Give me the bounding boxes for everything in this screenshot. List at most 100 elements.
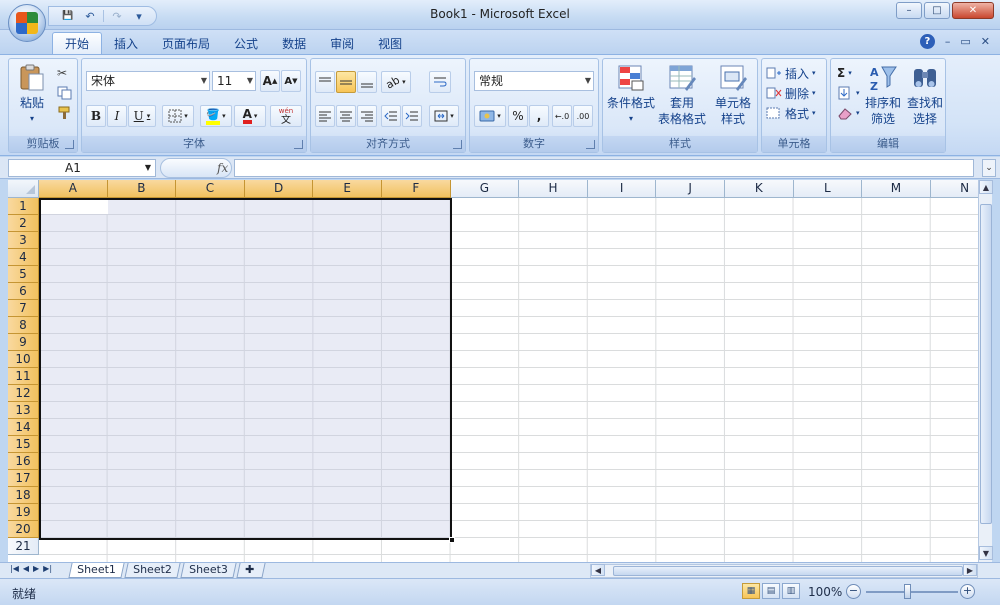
column-header[interactable]: D (244, 180, 314, 198)
accounting-format-button[interactable]: ▾ (474, 105, 506, 127)
horizontal-scroll-thumb[interactable] (613, 566, 963, 576)
worksheet-grid[interactable]: ABCDEFGHIJKLMN 1 2 3 4 5 6 7 8 9 10 11 12 13 14 15 16 17… (8, 180, 978, 562)
align-middle-button[interactable] (336, 71, 356, 93)
zoom-level[interactable]: 100% (808, 585, 842, 599)
align-right-button[interactable] (357, 105, 377, 127)
scroll-right-icon[interactable]: ▶ (963, 564, 977, 576)
autosum-button[interactable]: Σ ▾ (837, 63, 852, 83)
formula-input[interactable] (234, 159, 974, 177)
row-header[interactable]: 13 (8, 402, 39, 419)
underline-button[interactable]: U ▾ (128, 105, 156, 127)
column-header[interactable]: I (587, 180, 657, 198)
decrease-indent-button[interactable] (381, 105, 401, 127)
normal-view-icon[interactable]: ▦ (742, 583, 760, 599)
phonetic-guide-button[interactable]: wén 文 (270, 105, 302, 127)
row-header[interactable]: 16 (8, 453, 39, 470)
alignment-launcher-icon[interactable] (453, 140, 462, 149)
delete-cells-button[interactable]: 删除 ▾ (766, 83, 816, 103)
number-format-combo[interactable]: 常规 ▼ (474, 71, 594, 91)
format-as-table-button[interactable]: 套用 表格格式 (657, 63, 707, 127)
column-header[interactable]: C (176, 180, 245, 198)
column-header[interactable]: K (725, 180, 794, 198)
bold-button[interactable]: B (86, 105, 106, 127)
fill-color-button[interactable]: 🪣 ▾ (200, 105, 232, 127)
column-header[interactable]: N (930, 180, 978, 198)
column-header[interactable]: L (793, 180, 863, 198)
office-button[interactable] (8, 4, 46, 42)
row-header[interactable]: 9 (8, 334, 39, 351)
first-sheet-icon[interactable]: |◀ (10, 564, 19, 573)
zoom-slider-track[interactable] (866, 591, 958, 593)
sheet-tab-sheet1[interactable]: Sheet1 (68, 563, 125, 578)
wrap-text-button[interactable] (429, 71, 451, 93)
help-icon[interactable]: ? (919, 34, 935, 49)
row-header[interactable]: 11 (8, 368, 39, 385)
row-header[interactable]: 4 (8, 249, 39, 266)
row-header[interactable]: 18 (8, 487, 39, 504)
tab-review[interactable]: 审阅 (318, 32, 366, 54)
tab-data[interactable]: 数据 (270, 32, 318, 54)
row-header[interactable]: 8 (8, 317, 39, 334)
row-header[interactable]: 17 (8, 470, 39, 487)
font-launcher-icon[interactable] (294, 140, 303, 149)
sheet-tab-sheet2[interactable]: Sheet2 (124, 563, 181, 578)
font-size-combo[interactable]: 11 ▼ (212, 71, 256, 91)
paste-button[interactable]: 粘贴 ▾ (13, 63, 51, 127)
increase-decimal-button[interactable]: ←.0 (552, 105, 572, 127)
decrease-decimal-button[interactable]: .00 (573, 105, 593, 127)
name-box[interactable]: A1 ▼ (8, 159, 156, 177)
column-header[interactable]: B (107, 180, 177, 198)
column-header[interactable]: G (450, 180, 520, 198)
percent-style-button[interactable]: % (508, 105, 528, 127)
align-top-button[interactable] (315, 71, 335, 93)
row-header[interactable]: 2 (8, 215, 39, 232)
row-header[interactable]: 15 (8, 436, 39, 453)
column-header[interactable]: E (313, 180, 382, 198)
insert-sheet-button[interactable]: ✚ (236, 563, 266, 578)
orientation-button[interactable]: ab ▾ (381, 71, 411, 93)
row-header[interactable]: 20 (8, 521, 39, 538)
column-header[interactable]: M (862, 180, 931, 198)
fill-handle[interactable] (449, 537, 455, 543)
sort-filter-button[interactable]: AZ 排序和 筛选 (863, 63, 903, 127)
merge-center-button[interactable]: ▾ (429, 105, 459, 127)
find-select-button[interactable]: 查找和 选择 (905, 63, 945, 127)
prev-sheet-icon[interactable]: ◀ (23, 564, 29, 573)
column-header[interactable]: F (382, 180, 451, 198)
workbook-minimize-button[interactable]: – (945, 35, 951, 48)
clipboard-launcher-icon[interactable] (65, 140, 74, 149)
workbook-close-button[interactable]: ✕ (981, 35, 990, 48)
close-button[interactable]: ✕ (952, 2, 994, 19)
restore-button[interactable]: □ (924, 2, 950, 19)
paste-dropdown-icon[interactable]: ▾ (30, 111, 34, 127)
scroll-left-icon[interactable]: ◀ (591, 564, 605, 576)
next-sheet-icon[interactable]: ▶ (33, 564, 39, 573)
zoom-in-icon[interactable]: + (960, 584, 975, 599)
row-header[interactable]: 3 (8, 232, 39, 249)
tab-formulas[interactable]: 公式 (222, 32, 270, 54)
select-all-button[interactable] (8, 180, 39, 198)
conditional-formatting-button[interactable]: 条件格式 ▾ (605, 63, 657, 127)
zoom-slider-thumb[interactable] (904, 584, 911, 599)
page-layout-view-icon[interactable]: ▤ (762, 583, 780, 599)
workbook-restore-button[interactable]: ▭ (960, 35, 970, 48)
active-cell[interactable] (41, 200, 108, 214)
tab-view[interactable]: 视图 (366, 32, 414, 54)
row-header[interactable]: 19 (8, 504, 39, 521)
horizontal-scrollbar[interactable]: ◀ ▶ (590, 564, 978, 578)
copy-button[interactable] (57, 83, 73, 103)
selected-range[interactable] (39, 198, 452, 540)
zoom-out-icon[interactable]: − (846, 584, 861, 599)
font-color-button[interactable]: A ▾ (234, 105, 266, 127)
align-bottom-button[interactable] (357, 71, 377, 93)
fill-button[interactable]: ▾ (837, 83, 860, 103)
column-header[interactable]: H (519, 180, 588, 198)
row-header[interactable]: 5 (8, 266, 39, 283)
format-cells-button[interactable]: 格式 ▾ (766, 103, 816, 123)
scroll-down-icon[interactable]: ▼ (979, 546, 993, 560)
clear-button[interactable]: ▾ (837, 103, 860, 123)
row-header[interactable]: 1 (8, 198, 39, 215)
minimize-button[interactable]: – (896, 2, 922, 19)
tab-page-layout[interactable]: 页面布局 (150, 32, 222, 54)
grow-font-button[interactable]: A ▲ (260, 70, 280, 92)
